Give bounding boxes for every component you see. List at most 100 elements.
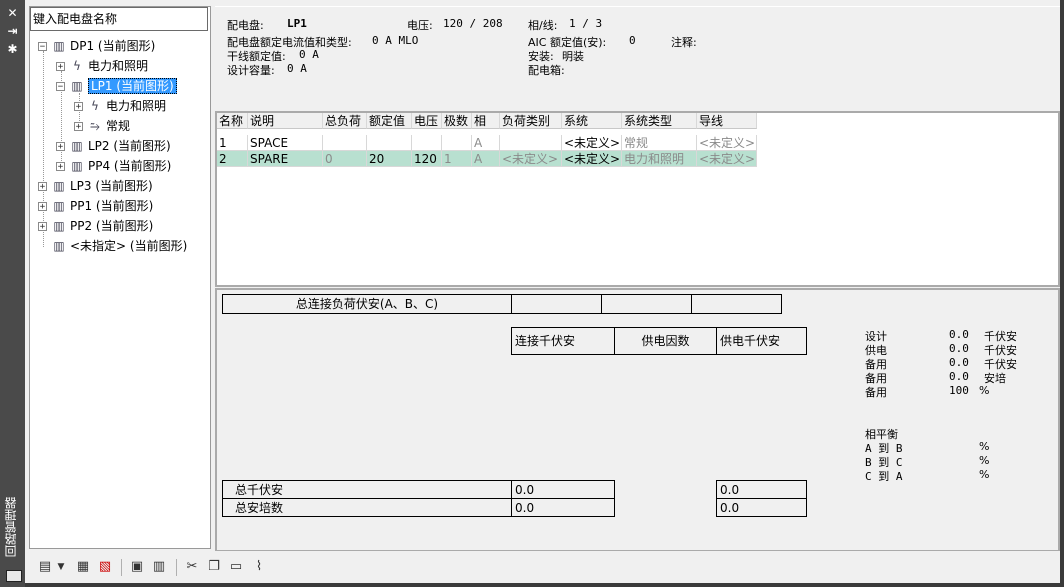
balance-c-a-label: C 到 A	[865, 470, 903, 483]
expand-icon[interactable]: +	[74, 122, 83, 132]
panel-search-input[interactable]: 键入配电盘名称	[30, 7, 208, 31]
tree-node-lp1[interactable]: − ▥ LP1 (当前图形)	[56, 76, 177, 96]
tree-node-dp1[interactable]: − ▥ DP1 (当前图形)	[38, 36, 155, 56]
expand-icon[interactable]: +	[38, 202, 47, 212]
panel-name-label: 配电盘:	[227, 19, 264, 32]
col-header-rating[interactable]: 额定值	[367, 113, 412, 129]
cell-phase[interactable]: A	[472, 135, 500, 151]
col-header-system-type[interactable]: 系统类型	[622, 113, 697, 129]
cell-description[interactable]: SPACE	[248, 135, 323, 151]
col-header-voltage[interactable]: 电压	[412, 113, 442, 129]
palette-title: 回路管理器	[4, 497, 18, 557]
main-rating-value: 0 A	[299, 48, 319, 61]
wire-icon[interactable]: ⌇	[251, 559, 267, 575]
general-system-icon: ⥲	[90, 119, 100, 133]
cell-voltage[interactable]: 120	[412, 151, 442, 167]
tree-node-lp3[interactable]: + ▥ LP3 (当前图形)	[38, 176, 153, 196]
voltage-label: 电压:	[407, 19, 433, 32]
cell-wire[interactable]: <未定义>	[697, 135, 757, 151]
cell-phase[interactable]: A	[472, 151, 500, 167]
power-system-icon: ϟ	[73, 59, 81, 73]
cell-system-type[interactable]: 电力和照明	[622, 151, 697, 167]
cell-poles[interactable]	[442, 135, 472, 151]
report-icon[interactable]: ▥	[151, 559, 167, 575]
total-kva-demand-value: 0.0	[716, 480, 807, 499]
total-kva-label: 总千伏安	[222, 480, 512, 499]
rating-value: 0 A MLO	[372, 34, 419, 47]
tree-node-lp1-power-lighting[interactable]: + ϟ 电力和照明	[74, 96, 166, 116]
phase-value: 1 / 3	[569, 17, 603, 30]
expand-icon[interactable]: +	[56, 162, 65, 172]
panel-summary: 总连接负荷伏安(A、B、C) 连接千伏安 供电因数 供电千伏安 总千伏安 0.0…	[215, 288, 1060, 552]
power-system-icon: ϟ	[91, 99, 99, 113]
cell-rating[interactable]	[367, 135, 412, 151]
cell-total-load[interactable]	[323, 135, 367, 151]
tree-node-lp1-general[interactable]: + ⥲ 常规	[74, 116, 130, 136]
col-header-phase[interactable]: 相	[472, 113, 500, 129]
cell-wire[interactable]: <未定义>	[697, 151, 757, 167]
new-panel-icon[interactable]: ▤	[37, 559, 53, 575]
expand-icon[interactable]: +	[56, 142, 65, 152]
properties-icon[interactable]: ✱	[5, 42, 20, 56]
cell-system-type[interactable]: 常规	[622, 135, 697, 151]
expand-icon[interactable]: +	[74, 102, 83, 112]
cut-icon[interactable]: ✂	[184, 559, 200, 575]
tree-node-unassigned[interactable]: ▥ <未指定> (当前图形)	[52, 236, 187, 256]
collapse-icon[interactable]: −	[56, 82, 65, 92]
delete-panel-icon[interactable]: ▧	[97, 559, 113, 575]
tree-node-pp4[interactable]: + ▥ PP4 (当前图形)	[56, 156, 171, 176]
expand-icon[interactable]: +	[38, 182, 47, 192]
panel-icon: ▥	[71, 139, 83, 153]
cell-voltage[interactable]	[412, 135, 442, 151]
stat-design-value: 0.0	[949, 328, 969, 341]
paste-icon[interactable]: ▭	[228, 559, 244, 575]
col-header-description[interactable]: 说明	[248, 113, 323, 129]
cell-load-category[interactable]: <未定义>	[500, 151, 562, 167]
tree-node-pp2[interactable]: + ▥ PP2 (当前图形)	[38, 216, 153, 236]
schedule-icon[interactable]: ▣	[129, 559, 145, 575]
cell-system[interactable]: <未定义>	[562, 135, 622, 151]
tree-node-dp1-power-lighting[interactable]: + ϟ 电力和照明	[56, 56, 148, 76]
cell-poles[interactable]: 1	[442, 151, 472, 167]
col-header-total-load[interactable]: 总负荷	[323, 113, 367, 129]
total-amps-value: 0.0	[511, 498, 615, 517]
stat-spare-amps-value: 0.0	[949, 370, 969, 383]
col-header-system[interactable]: 系统	[562, 113, 622, 129]
panel-icon: ▥	[71, 159, 83, 173]
tree-node-lp2[interactable]: + ▥ LP2 (当前图形)	[56, 136, 171, 156]
connected-kva-header: 连接千伏安	[511, 327, 615, 355]
cell-total-load[interactable]: 0	[323, 151, 367, 167]
stat-spare-kva-value: 0.0	[949, 356, 969, 369]
collapse-icon[interactable]: −	[38, 42, 47, 52]
col-header-load-category[interactable]: 负荷类别	[500, 113, 562, 129]
expand-icon[interactable]: +	[38, 222, 47, 232]
cell-load-category[interactable]	[500, 135, 562, 151]
cell-name[interactable]: 1	[217, 135, 248, 151]
copy-icon[interactable]: ❐	[206, 559, 222, 575]
col-header-name[interactable]: 名称	[217, 113, 248, 129]
balance-c-a-unit: %	[979, 468, 990, 481]
dropdown-arrow-icon[interactable]: ▼	[56, 559, 66, 575]
panel-tree: 键入配电盘名称 − ▥ DP1 (当前图形) + ϟ 电力和照明 − ▥ LP1 (当前图形…	[29, 6, 211, 549]
stat-spare-pct-unit: %	[979, 384, 990, 397]
col-header-poles[interactable]: 极数	[442, 113, 472, 129]
circuit-grid: 名称 说明 总负荷 额定值 电压 极数 相 负荷类别 系统 系统类型 导线 1 …	[215, 111, 1060, 287]
phase-label: 相/线:	[528, 19, 558, 32]
panel-icon: ▥	[53, 219, 65, 233]
notes-label: 注释:	[671, 36, 697, 49]
close-icon[interactable]: ✕	[5, 6, 20, 20]
panel-icon: ▥	[53, 239, 65, 253]
expand-icon[interactable]: +	[56, 62, 65, 72]
panel-icon: ▥	[71, 79, 83, 93]
autohide-icon[interactable]: ⇥	[5, 24, 20, 38]
edit-panel-icon[interactable]: ▦	[75, 559, 91, 575]
cell-name[interactable]: 2	[217, 151, 248, 167]
cell-system[interactable]: <未定义>	[562, 151, 622, 167]
palette-menu-icon[interactable]	[6, 570, 22, 582]
tree-node-pp1[interactable]: + ▥ PP1 (当前图形)	[38, 196, 153, 216]
cell-rating[interactable]: 20	[367, 151, 412, 167]
stat-demand-value: 0.0	[949, 342, 969, 355]
cell-description[interactable]: SPARE	[248, 151, 323, 167]
design-capacity-label: 设计容量:	[227, 64, 275, 77]
col-header-wire[interactable]: 导线	[697, 113, 757, 129]
